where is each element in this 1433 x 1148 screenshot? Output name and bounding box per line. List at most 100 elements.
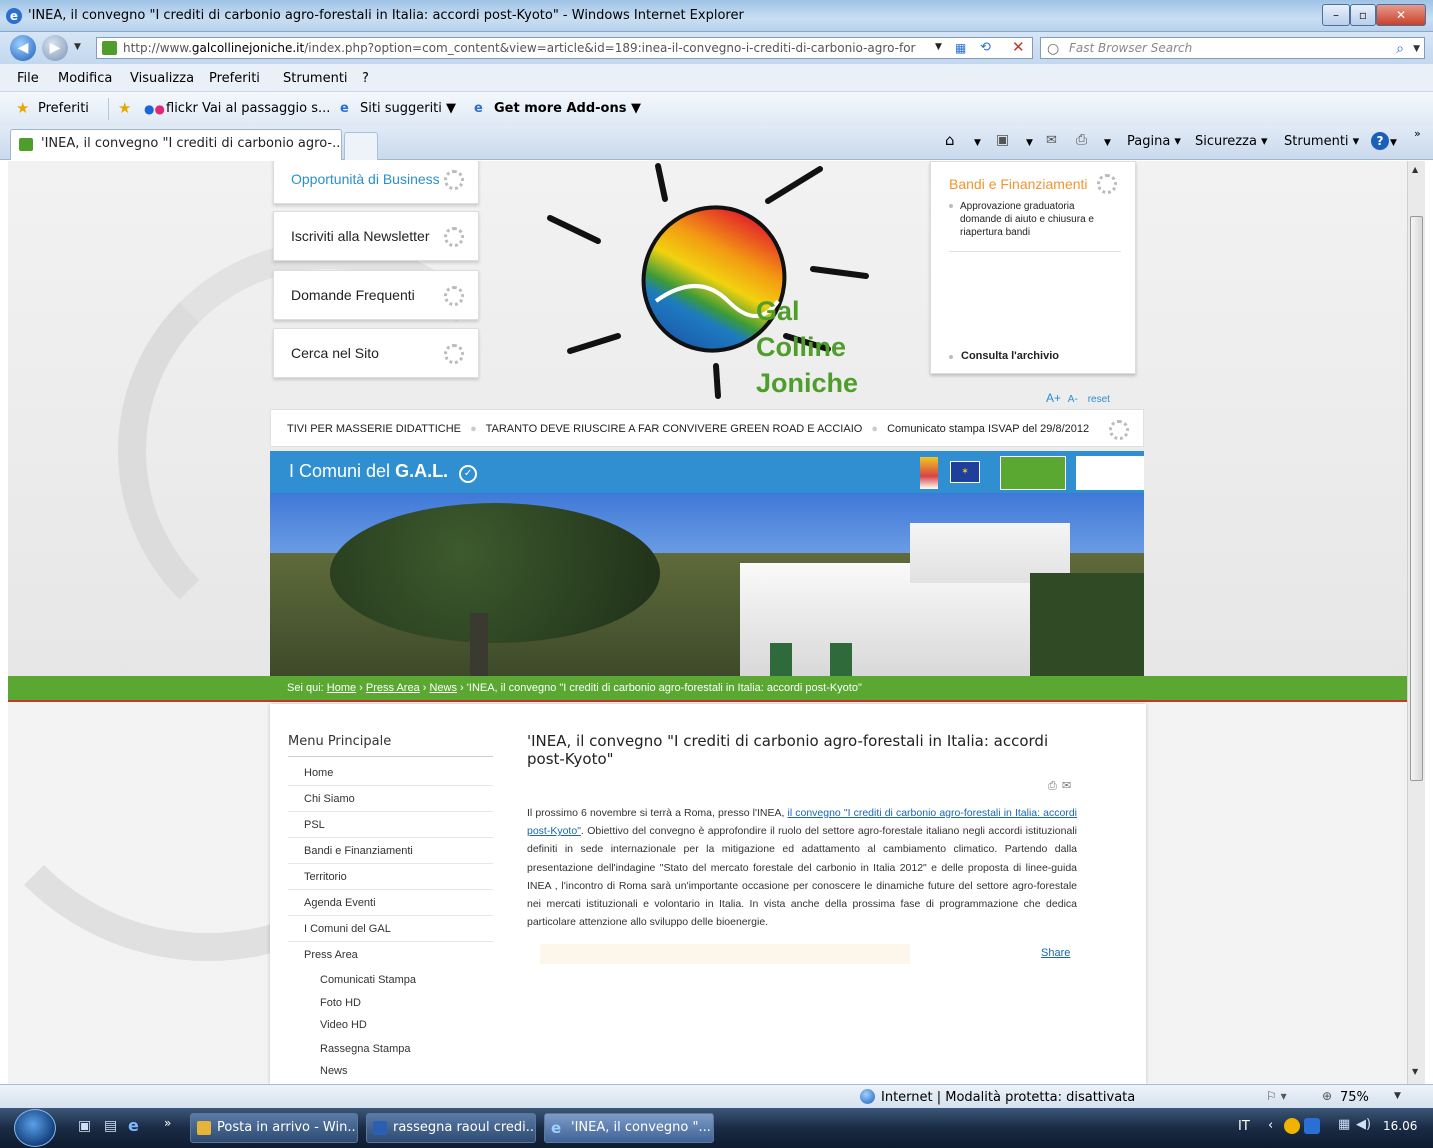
print-icon[interactable]: ⎙ bbox=[1076, 132, 1087, 148]
show-desktop-icon[interactable]: ▣ bbox=[78, 1118, 91, 1134]
quicklaunch-more-icon[interactable]: » bbox=[164, 1116, 171, 1130]
gal-logo-icon[interactable] bbox=[528, 161, 928, 406]
vertical-scrollbar[interactable]: ▲ ▼ bbox=[1407, 161, 1425, 1084]
search-site-box-link[interactable]: Cerca nel Sito bbox=[273, 328, 479, 378]
menu-link-agenda-eventi[interactable]: Agenda Eventi bbox=[288, 890, 493, 916]
business-box-link[interactable]: Opportunità di Business bbox=[273, 161, 479, 204]
ticker-item[interactable]: TIVI PER MASSERIE DIDATTICHE bbox=[287, 423, 461, 435]
network-icon[interactable]: ▦ bbox=[1338, 1117, 1350, 1132]
ie-page-icon: e bbox=[340, 101, 349, 116]
home-icon[interactable]: ⌂ bbox=[945, 131, 955, 149]
security-zone-text[interactable]: Internet | Modalità protetta: disattivat… bbox=[881, 1090, 1135, 1105]
font-increase-button[interactable]: A+ bbox=[1046, 391, 1061, 405]
safety-menu[interactable]: Sicurezza ▾ bbox=[1195, 134, 1268, 149]
back-button[interactable]: ◀ bbox=[10, 35, 36, 61]
menu-strumenti[interactable]: Strumenti bbox=[283, 71, 348, 86]
search-icon[interactable]: ⌕ bbox=[1396, 39, 1404, 59]
maximize-button[interactable]: ▫ bbox=[1350, 4, 1376, 26]
get-addons-link[interactable]: Get more Add-ons ▼ bbox=[494, 101, 641, 116]
sun-decor-icon bbox=[444, 286, 464, 306]
search-input[interactable]: ○ Fast Browser Search ⌕ ▼ bbox=[1040, 37, 1425, 59]
menu-link-comuni[interactable]: I Comuni del GAL bbox=[288, 916, 493, 942]
menu-file[interactable]: File bbox=[17, 71, 39, 86]
refresh-icon[interactable]: ⟲ bbox=[980, 40, 991, 55]
ie-quicklaunch-icon[interactable]: e bbox=[128, 1116, 139, 1135]
suggested-sites-link[interactable]: Siti suggeriti ▼ bbox=[360, 101, 456, 116]
compatibility-view-icon[interactable]: ▦ bbox=[955, 41, 966, 55]
taskbar-item-word[interactable]: rassegna raoul credi... bbox=[366, 1113, 536, 1143]
print-dropdown-icon[interactable]: ▼ bbox=[1104, 138, 1111, 148]
ticker-item[interactable]: TARANTO DEVE RIUSCIRE A FAR CONVIVERE GR… bbox=[486, 423, 863, 435]
breadcrumb-home-link[interactable]: Home bbox=[327, 682, 356, 694]
chevron-more-icon[interactable]: » bbox=[1414, 127, 1421, 140]
flickr-link[interactable]: flickr Vai al passaggio s... bbox=[166, 101, 330, 116]
share-link[interactable]: Share bbox=[1041, 947, 1070, 959]
mail-icon[interactable]: ✉ bbox=[1046, 133, 1057, 148]
close-button[interactable]: ✕ bbox=[1376, 4, 1426, 26]
menu-link-bandi[interactable]: Bandi e Finanziamenti bbox=[288, 838, 493, 864]
search-options-icon[interactable]: ▼ bbox=[1413, 39, 1420, 59]
menu-visualizza[interactable]: Visualizza bbox=[130, 71, 194, 86]
menu-preferiti[interactable]: Preferiti bbox=[209, 71, 260, 86]
address-field[interactable]: http://www.galcollinejoniche.it/index.ph… bbox=[96, 37, 1033, 59]
ticker-item[interactable]: Comunicato stampa ISVAP del 29/8/2012 bbox=[887, 423, 1089, 435]
font-reset-button[interactable]: reset bbox=[1088, 394, 1110, 405]
address-dropdown-icon[interactable]: ▼ bbox=[935, 42, 942, 52]
page-menu[interactable]: Pagina ▾ bbox=[1127, 134, 1181, 149]
breadcrumb-press-link[interactable]: Press Area bbox=[366, 682, 420, 694]
scroll-down-icon[interactable]: ▼ bbox=[1412, 1067, 1418, 1076]
menu-link-chi-siamo[interactable]: Chi Siamo bbox=[288, 786, 493, 812]
start-button[interactable] bbox=[14, 1109, 56, 1147]
zoom-level[interactable]: 75% bbox=[1340, 1090, 1369, 1105]
forward-button[interactable]: ▶ bbox=[42, 35, 68, 61]
faq-label: Domande Frequenti bbox=[291, 287, 415, 303]
tab-current[interactable]: 'INEA, il convegno "I crediti di carboni… bbox=[10, 129, 342, 160]
history-dropdown-icon[interactable]: ▼ bbox=[74, 42, 81, 52]
newsletter-box-link[interactable]: Iscriviti alla Newsletter bbox=[273, 211, 479, 261]
breadcrumb-news-link[interactable]: News bbox=[429, 682, 457, 694]
submenu-link-foto-hd[interactable]: Foto HD bbox=[320, 997, 361, 1009]
scrollbar-thumb[interactable] bbox=[1410, 216, 1423, 781]
submenu-link-video-hd[interactable]: Video HD bbox=[320, 1019, 367, 1031]
menu-link-territorio[interactable]: Territorio bbox=[288, 864, 493, 890]
new-tab-button[interactable] bbox=[344, 132, 378, 160]
menu-link-psl[interactable]: PSL bbox=[288, 812, 493, 838]
faq-box-link[interactable]: Domande Frequenti bbox=[273, 270, 479, 320]
menu-help[interactable]: ? bbox=[362, 71, 369, 86]
menu-link-press-area[interactable]: Press Area bbox=[288, 942, 493, 968]
tray-security-icon[interactable] bbox=[1304, 1118, 1320, 1134]
print-article-icon[interactable]: ⎙ bbox=[1048, 779, 1057, 793]
submenu-link-news[interactable]: News bbox=[320, 1065, 348, 1077]
menu-modifica[interactable]: Modifica bbox=[58, 71, 112, 86]
clock[interactable]: 16.06 bbox=[1383, 1119, 1417, 1133]
font-decrease-button[interactable]: A- bbox=[1068, 394, 1078, 405]
menu-link-home[interactable]: Home bbox=[288, 760, 493, 786]
favorites-star-icon[interactable]: ★ bbox=[16, 99, 29, 117]
scroll-up-icon[interactable]: ▲ bbox=[1412, 165, 1418, 174]
submenu-link-rassegna[interactable]: Rassegna Stampa bbox=[320, 1043, 411, 1055]
feeds-icon[interactable]: ▣ bbox=[996, 132, 1009, 148]
help-icon[interactable]: ? bbox=[1371, 132, 1389, 150]
volume-icon[interactable]: ◀) bbox=[1356, 1117, 1371, 1132]
tray-expand-icon[interactable]: ‹ bbox=[1268, 1118, 1273, 1133]
zoom-dropdown-icon[interactable]: ▼ bbox=[1394, 1091, 1401, 1101]
protected-mode-icon[interactable]: ⚐ ▾ bbox=[1266, 1089, 1287, 1103]
tray-app-icon[interactable] bbox=[1284, 1118, 1300, 1134]
language-indicator[interactable]: IT bbox=[1238, 1119, 1250, 1134]
add-favorite-icon[interactable]: ★ bbox=[118, 99, 131, 117]
comuni-dropdown[interactable]: I Comuni del G.A.L. ✓ bbox=[289, 461, 478, 483]
switch-windows-icon[interactable]: ▤ bbox=[104, 1118, 117, 1134]
feeds-dropdown-icon[interactable]: ▼ bbox=[1026, 138, 1033, 148]
archive-link[interactable]: Consulta l'archivio bbox=[949, 350, 1059, 362]
stop-icon[interactable]: ✕ bbox=[1012, 38, 1025, 56]
tools-menu[interactable]: Strumenti ▾ bbox=[1284, 134, 1359, 149]
help-dropdown-icon[interactable]: ▼ bbox=[1390, 138, 1397, 148]
favorites-button[interactable]: Preferiti bbox=[38, 101, 89, 116]
bandi-item-link[interactable]: Approvazione graduatoria domande di aiut… bbox=[949, 200, 1109, 239]
submenu-link-comunicati[interactable]: Comunicati Stampa bbox=[320, 974, 416, 986]
email-article-icon[interactable]: ✉ bbox=[1062, 779, 1071, 792]
minimize-button[interactable]: – bbox=[1322, 4, 1350, 26]
home-dropdown-icon[interactable]: ▼ bbox=[974, 138, 981, 148]
taskbar-item-mail[interactable]: Posta in arrivo - Win... bbox=[190, 1113, 358, 1143]
taskbar-item-ie[interactable]: e 'INEA, il convegno "... bbox=[544, 1113, 714, 1143]
